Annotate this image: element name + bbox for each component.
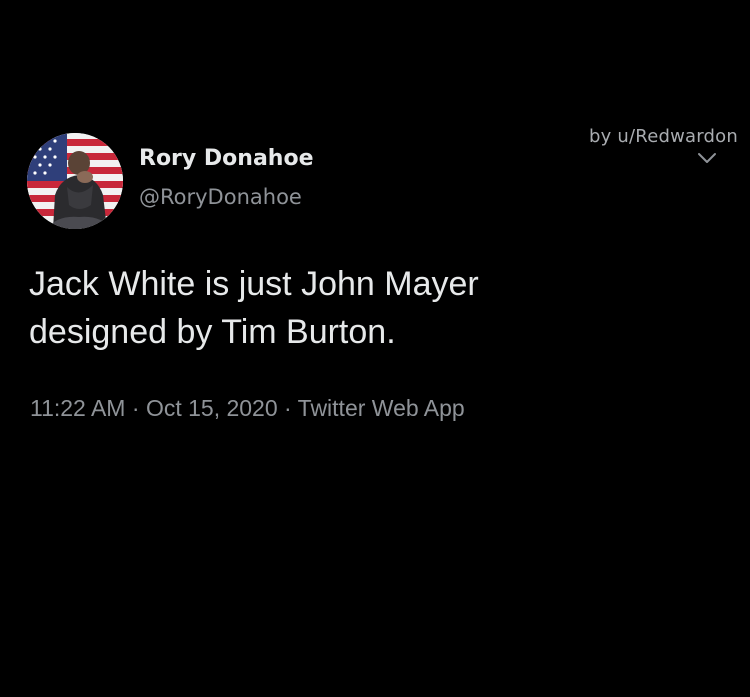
tweet-text-line: designed by Tim Burton. <box>29 313 396 351</box>
tweet-text: Jack White is just John Mayer designed b… <box>29 260 719 356</box>
tweet-time[interactable]: 11:22 AM <box>30 395 125 421</box>
tweet-source[interactable]: Twitter Web App <box>298 395 465 421</box>
separator: · <box>277 395 298 421</box>
reddit-credit: by u/Redwardon <box>589 126 738 147</box>
author-handle[interactable]: @RoryDonahoe <box>139 185 302 209</box>
avatar[interactable] <box>27 133 123 229</box>
chevron-down-icon[interactable] <box>696 150 718 166</box>
tweet-date[interactable]: Oct 15, 2020 <box>146 395 278 421</box>
separator: · <box>125 395 146 421</box>
tweet-text-line: Jack White is just John Mayer <box>29 265 479 303</box>
tweet-metadata: 11:22 AM · Oct 15, 2020 · Twitter Web Ap… <box>30 395 465 422</box>
author-name[interactable]: Rory Donahoe <box>139 146 314 171</box>
